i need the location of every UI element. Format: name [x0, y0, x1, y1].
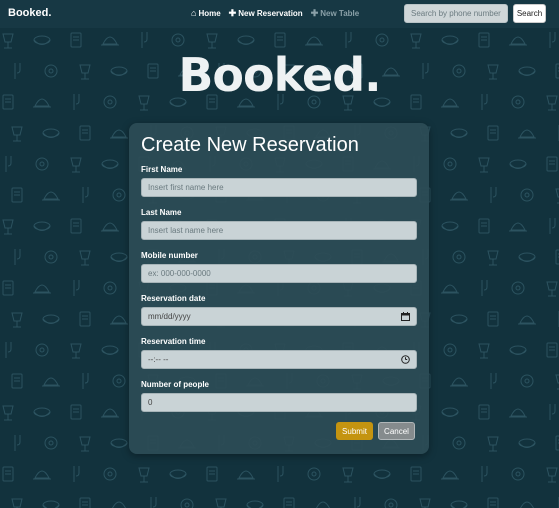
last-name-field[interactable]: [141, 221, 417, 240]
brand-logo[interactable]: Booked.: [8, 7, 51, 19]
mobile-number-field[interactable]: [141, 264, 417, 283]
cancel-button[interactable]: Cancel: [378, 422, 415, 440]
nav-home-label: Home: [198, 9, 221, 18]
reservation-date-field[interactable]: mm/dd/yyyy: [141, 307, 417, 326]
last-name-label: Last Name: [141, 208, 182, 217]
reservation-date-placeholder: mm/dd/yyyy: [148, 312, 191, 321]
mobile-number-input[interactable]: [148, 265, 410, 282]
reservation-time-label: Reservation time: [141, 337, 206, 346]
first-name-label: First Name: [141, 165, 183, 174]
search-button[interactable]: Search: [513, 4, 546, 23]
nav-new-reservation-label: New Reservation: [238, 9, 303, 18]
clock-icon[interactable]: [401, 355, 410, 364]
number-of-people-input[interactable]: [148, 394, 410, 411]
nav-new-table-label: New Table: [320, 9, 360, 18]
last-name-input[interactable]: [148, 222, 410, 239]
reservation-form-card: Create New Reservation First Name Last N…: [129, 123, 429, 454]
nav-home-link[interactable]: ⌂ Home: [191, 8, 221, 19]
navbar: Booked. ⌂ Home ✚ New Reservation ✚ New T…: [0, 0, 559, 28]
reservation-time-placeholder: --:-- --: [148, 355, 169, 364]
calendar-icon[interactable]: [401, 312, 410, 321]
first-name-input[interactable]: [148, 179, 410, 196]
plus-icon: ✚: [228, 8, 237, 18]
mobile-number-label: Mobile number: [141, 251, 198, 260]
number-of-people-label: Number of people: [141, 380, 210, 389]
reservation-date-label: Reservation date: [141, 294, 206, 303]
hero-title: Booked.: [178, 48, 381, 102]
nav-new-reservation-link[interactable]: ✚ New Reservation: [228, 8, 303, 19]
number-of-people-field[interactable]: [141, 393, 417, 412]
submit-button[interactable]: Submit: [336, 422, 373, 440]
nav-new-table-link[interactable]: ✚ New Table: [310, 8, 360, 19]
first-name-field[interactable]: [141, 178, 417, 197]
form-title: Create New Reservation: [141, 134, 359, 156]
home-icon: ⌂: [191, 8, 197, 18]
search-input[interactable]: [404, 4, 508, 23]
plus-icon: ✚: [310, 8, 319, 18]
reservation-time-field[interactable]: --:-- --: [141, 350, 417, 369]
nav-links: ⌂ Home ✚ New Reservation ✚ New Table: [191, 8, 360, 19]
